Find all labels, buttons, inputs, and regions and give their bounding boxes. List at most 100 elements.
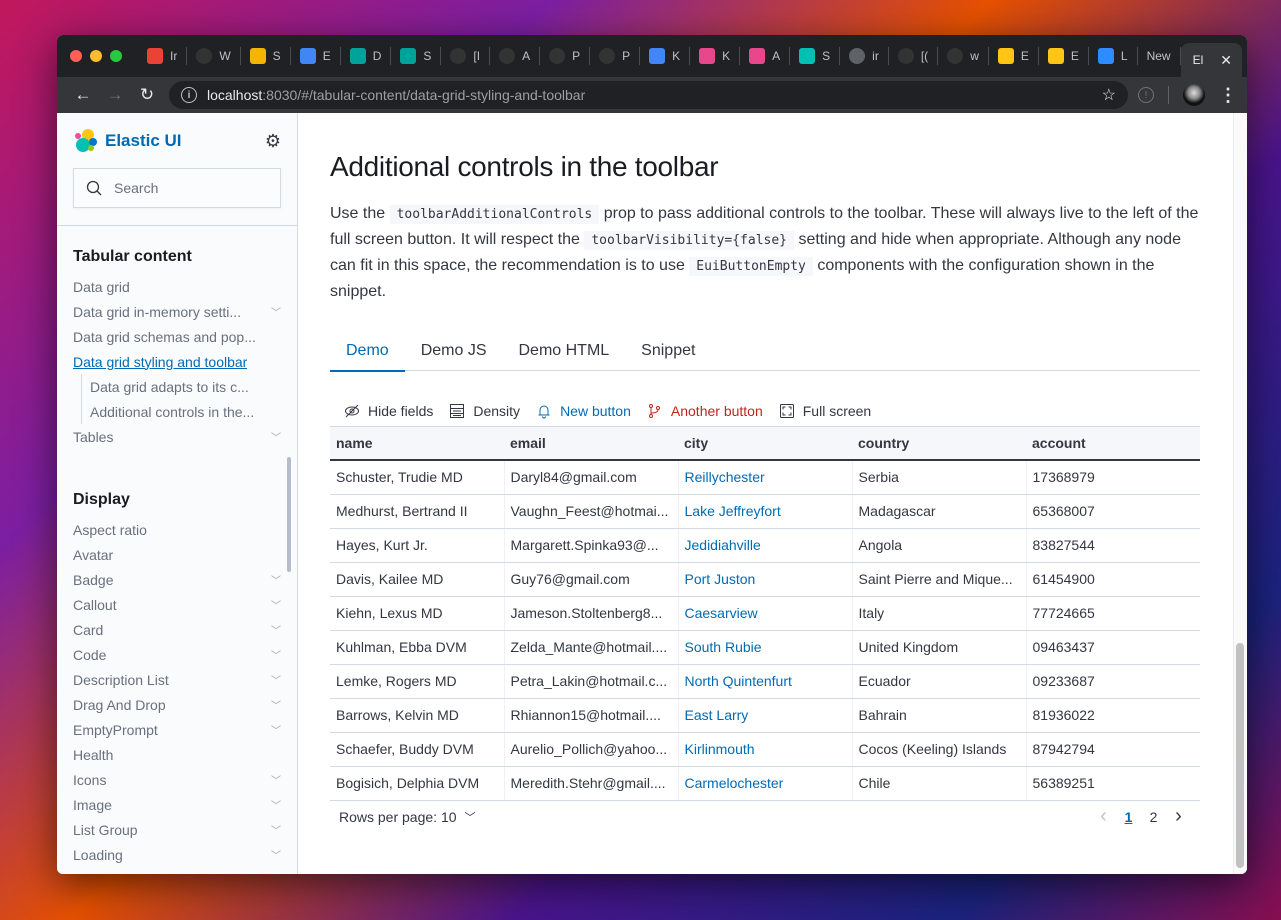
page-button[interactable]: 2 (1141, 809, 1166, 825)
cell-email[interactable]: Petra_Lakin@hotmail.c... (504, 664, 679, 699)
sidebar-item[interactable]: Avatar (57, 542, 297, 567)
maximize-window-button[interactable] (110, 50, 122, 62)
column-header-country[interactable]: country (852, 427, 1026, 461)
browser-tab[interactable]: P (590, 47, 641, 65)
sidebar-item[interactable]: Aspect ratio (57, 517, 297, 542)
cell-city[interactable]: Carmelochester (678, 766, 853, 801)
tab-demo-html[interactable]: Demo HTML (502, 330, 625, 371)
close-window-button[interactable] (70, 50, 82, 62)
column-header-account[interactable]: account (1026, 427, 1200, 461)
browser-tab[interactable]: New (1138, 47, 1181, 65)
sidebar-item[interactable]: Description List ﹀ (57, 667, 297, 692)
sidebar-subitem[interactable]: Data grid adapts to its c... (82, 374, 297, 399)
cell-city[interactable]: Port Juston (678, 562, 853, 597)
tab-demo-js[interactable]: Demo JS (405, 330, 503, 371)
cell-email[interactable]: Guy76@gmail.com (504, 562, 679, 597)
chevron-down-icon[interactable]: ﹀ (271, 597, 281, 612)
hide-fields-button[interactable]: Hide fields (344, 403, 433, 419)
browser-tab[interactable]: E (1039, 47, 1089, 65)
back-button[interactable]: ← (67, 85, 99, 105)
extension-icon[interactable]: ! (1138, 87, 1154, 103)
sidebar-item[interactable]: Image ﹀ (57, 792, 297, 817)
cell-country[interactable]: Chile (852, 766, 1027, 801)
chevron-down-icon[interactable]: ﹀ (271, 772, 281, 787)
cell-city[interactable]: Kirlinmouth (678, 732, 853, 767)
cell-account[interactable]: 65368007 (1026, 494, 1200, 529)
cell-email[interactable]: Margarett.Spinka93@... (504, 528, 679, 563)
cell-account[interactable]: 61454900 (1026, 562, 1200, 597)
browser-tab[interactable]: P (540, 47, 591, 65)
cell-name[interactable]: Hayes, Kurt Jr. (330, 528, 505, 563)
sidebar-item[interactable]: Loading ﹀ (57, 842, 297, 867)
gear-icon[interactable]: ⚙ (265, 131, 281, 152)
browser-tab[interactable]: L (1089, 47, 1138, 65)
page-button[interactable]: 1 (1116, 809, 1141, 825)
rows-per-page-button[interactable]: Rows per page: 10 ﹀ (339, 809, 476, 825)
reload-button[interactable]: ↻ (131, 85, 163, 105)
chevron-down-icon[interactable]: ﹀ (271, 572, 281, 587)
cell-account[interactable]: 87942794 (1026, 732, 1200, 767)
cell-account[interactable]: 83827544 (1026, 528, 1200, 563)
browser-tab[interactable]: ir (840, 47, 889, 65)
chevron-down-icon[interactable]: ﹀ (271, 622, 281, 637)
sidebar-item[interactable]: EmptyPrompt ﹀ (57, 717, 297, 742)
elastic-logo-icon[interactable] (73, 129, 97, 153)
cell-account[interactable]: 09233687 (1026, 664, 1200, 699)
browser-tab[interactable]: S (391, 47, 442, 65)
cell-email[interactable]: Jameson.Stoltenberg8... (504, 596, 679, 631)
sidebar-scrollbar[interactable] (287, 457, 291, 572)
cell-city[interactable]: Reillychester (678, 460, 853, 495)
browser-tab[interactable]: K (690, 47, 741, 65)
sidebar-item[interactable]: Badge ﹀ (57, 567, 297, 592)
cell-email[interactable]: Zelda_Mante@hotmail.... (504, 630, 679, 665)
minimize-window-button[interactable] (90, 50, 102, 62)
chevron-down-icon[interactable]: ﹀ (271, 847, 281, 862)
sidebar-item[interactable]: Data grid styling and toolbar (57, 349, 297, 374)
cell-country[interactable]: Ecuador (852, 664, 1027, 699)
cell-city[interactable]: South Rubie (678, 630, 853, 665)
close-tab-icon[interactable]: ✕ (1220, 52, 1232, 69)
sidebar-item[interactable]: Callout ﹀ (57, 592, 297, 617)
address-bar[interactable]: i localhost :8030/#/tabular-content/data… (169, 81, 1128, 109)
browser-tab[interactable]: S (790, 47, 841, 65)
browser-menu-icon[interactable]: ⋮ (1219, 85, 1237, 106)
cell-name[interactable]: Davis, Kailee MD (330, 562, 505, 597)
brand-name[interactable]: Elastic UI (105, 131, 182, 151)
sidebar-subitem[interactable]: Additional controls in the... (82, 399, 297, 424)
chevron-down-icon[interactable]: ﹀ (271, 822, 281, 837)
main-scrollbar[interactable] (1236, 643, 1244, 868)
cell-city[interactable]: East Larry (678, 698, 853, 733)
cell-country[interactable]: United Kingdom (852, 630, 1027, 665)
browser-tab[interactable]: W (187, 47, 241, 65)
chevron-down-icon[interactable]: ﹀ (271, 429, 281, 444)
chevron-down-icon[interactable]: ﹀ (271, 304, 281, 319)
browser-tab[interactable]: E (989, 47, 1039, 65)
cell-country[interactable]: Bahrain (852, 698, 1027, 733)
cell-name[interactable]: Medhurst, Bertrand II (330, 494, 505, 529)
chevron-down-icon[interactable]: ﹀ (271, 647, 281, 662)
cell-country[interactable]: Madagascar (852, 494, 1027, 529)
cell-account[interactable]: 09463437 (1026, 630, 1200, 665)
cell-name[interactable]: Lemke, Rogers MD (330, 664, 505, 699)
chevron-down-icon[interactable]: ﹀ (271, 722, 281, 737)
sidebar-item[interactable]: Data grid in-memory setti... ﹀ (57, 299, 297, 324)
browser-tab[interactable]: A (740, 47, 791, 65)
sidebar-item[interactable]: Code ﹀ (57, 642, 297, 667)
browser-tab[interactable]: D (341, 47, 392, 65)
cell-country[interactable]: Cocos (Keeling) Islands (852, 732, 1027, 767)
sidebar-item[interactable]: Data grid (57, 274, 297, 299)
chevron-down-icon[interactable]: ﹀ (271, 797, 281, 812)
browser-tab[interactable]: E (291, 47, 341, 65)
cell-account[interactable]: 56389251 (1026, 766, 1200, 801)
cell-email[interactable]: Rhiannon15@hotmail.... (504, 698, 679, 733)
cell-city[interactable]: Jedidiahville (678, 528, 853, 563)
sidebar-item[interactable]: Icons ﹀ (57, 767, 297, 792)
search-input[interactable] (114, 180, 264, 196)
sidebar-item[interactable]: Card ﹀ (57, 617, 297, 642)
another-button[interactable]: Another button (647, 403, 763, 419)
browser-tab[interactable]: [( (889, 47, 939, 65)
bookmark-star-icon[interactable]: ☆ (1102, 85, 1116, 105)
cell-name[interactable]: Bogisich, Delphia DVM (330, 766, 505, 801)
column-header-city[interactable]: city (678, 427, 852, 461)
cell-city[interactable]: Lake Jeffreyfort (678, 494, 853, 529)
